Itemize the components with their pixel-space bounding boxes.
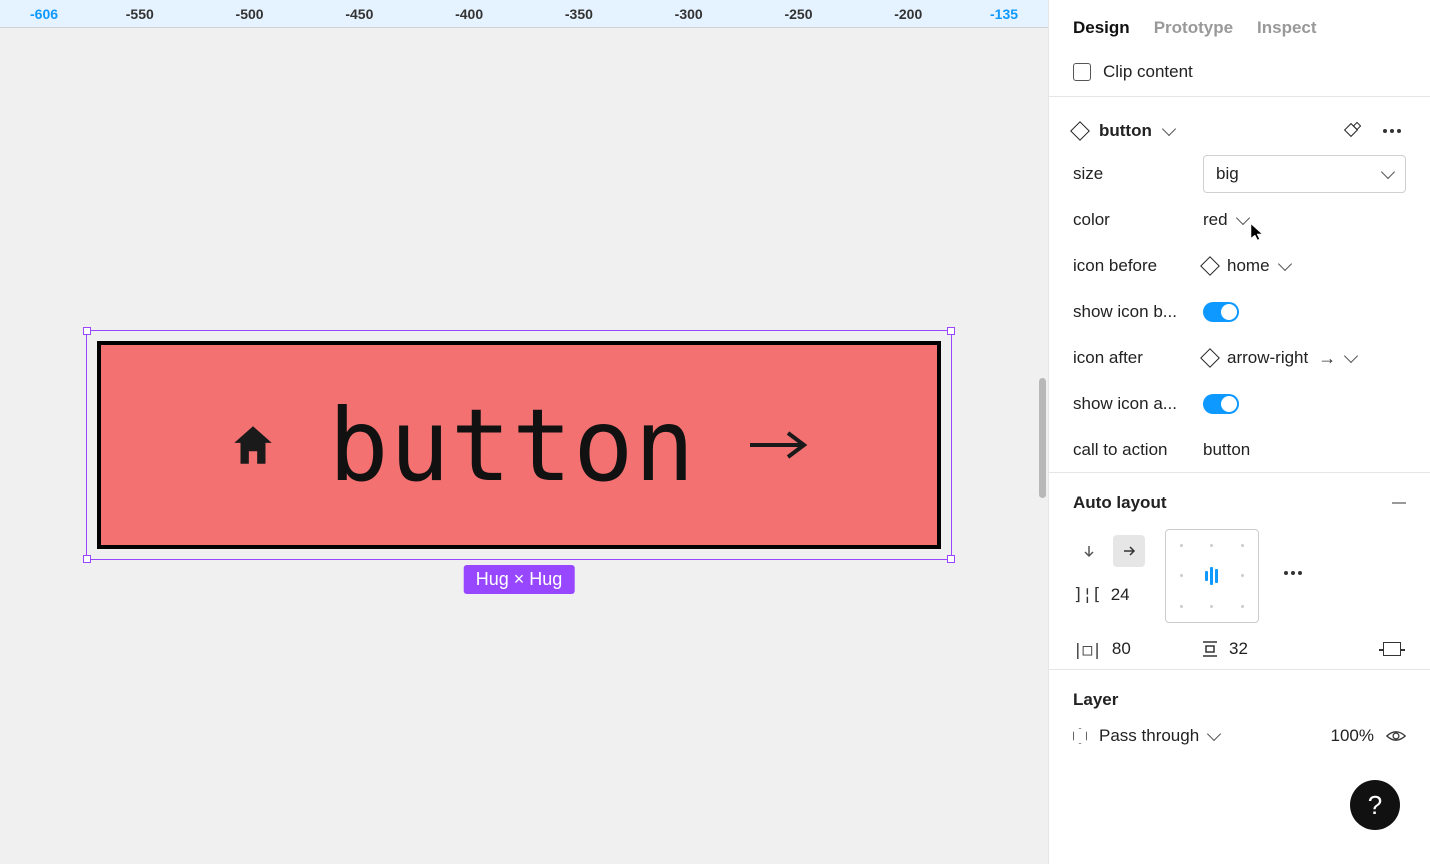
canvas-area[interactable]: -606 -550 -500 -450 -400 -350 -300 -250 … bbox=[0, 0, 1048, 864]
more-icon bbox=[1383, 129, 1401, 133]
padding-detailed-button[interactable] bbox=[1378, 635, 1406, 663]
prop-size-label: size bbox=[1073, 164, 1203, 184]
visibility-toggle[interactable] bbox=[1386, 729, 1406, 743]
properties-panel: Design Prototype Inspect Clip content bu… bbox=[1048, 0, 1430, 864]
button-component-instance[interactable]: button bbox=[97, 341, 941, 549]
chevron-down-icon bbox=[1207, 727, 1221, 741]
mouse-cursor bbox=[1251, 224, 1263, 242]
padding-horizontal-value: 80 bbox=[1112, 639, 1131, 659]
selection-size-badge: Hug × Hug bbox=[464, 565, 575, 594]
alignment-center-indicator bbox=[1205, 567, 1218, 585]
more-icon bbox=[1284, 571, 1302, 575]
prop-icon-before-value: home bbox=[1227, 256, 1270, 276]
sparkle-icon bbox=[1344, 123, 1360, 139]
padding-detailed-icon bbox=[1383, 642, 1401, 656]
vertical-scrollbar-thumb[interactable] bbox=[1039, 378, 1046, 498]
gap-input[interactable]: ]¦[ 24 bbox=[1073, 585, 1145, 605]
prop-icon-before-label: icon before bbox=[1073, 256, 1203, 276]
arrow-down-icon bbox=[1082, 544, 1096, 558]
padding-horizontal-icon: |□| bbox=[1073, 640, 1102, 659]
prop-show-icon-after-label: show icon a... bbox=[1073, 394, 1203, 414]
prop-show-icon-before-toggle[interactable] bbox=[1203, 302, 1239, 322]
resize-handle-tl[interactable] bbox=[83, 327, 91, 335]
help-icon: ? bbox=[1368, 790, 1382, 821]
ruler-tick: -250 bbox=[744, 6, 854, 22]
component-icon bbox=[1200, 348, 1220, 368]
padding-vertical-input[interactable]: 32 bbox=[1201, 639, 1301, 659]
layer-section-title: Layer bbox=[1049, 676, 1430, 720]
chevron-down-icon bbox=[1277, 257, 1291, 271]
prop-cta-value: button bbox=[1203, 440, 1250, 460]
prop-icon-after-value: arrow-right bbox=[1227, 348, 1308, 368]
opacity-value[interactable]: 100% bbox=[1331, 726, 1374, 746]
home-icon bbox=[228, 420, 278, 470]
direction-horizontal-button[interactable] bbox=[1113, 535, 1145, 567]
chevron-down-icon[interactable] bbox=[1162, 122, 1176, 136]
help-button[interactable]: ? bbox=[1350, 780, 1400, 830]
prop-color-label: color bbox=[1073, 210, 1203, 230]
gap-value: 24 bbox=[1111, 585, 1130, 605]
component-name[interactable]: button bbox=[1099, 121, 1152, 141]
selection-bounds[interactable]: button Hug × Hug bbox=[86, 330, 952, 560]
gap-icon: ]¦[ bbox=[1073, 585, 1101, 605]
ruler-tick: -450 bbox=[304, 6, 414, 22]
prop-color-value: red bbox=[1203, 210, 1228, 230]
canvas-viewport[interactable]: button Hug × Hug bbox=[0, 28, 1048, 864]
prop-cta-label: call to action bbox=[1073, 440, 1203, 460]
resize-handle-tr[interactable] bbox=[947, 327, 955, 335]
padding-horizontal-input[interactable]: |□| 80 bbox=[1073, 639, 1173, 659]
padding-vertical-value: 32 bbox=[1229, 639, 1248, 659]
auto-layout-more-button[interactable] bbox=[1279, 559, 1307, 587]
ruler-tick: -135 bbox=[963, 6, 1018, 22]
ruler-tick: -350 bbox=[524, 6, 634, 22]
clip-content-label: Clip content bbox=[1103, 62, 1193, 82]
padding-vertical-icon bbox=[1201, 640, 1219, 658]
auto-layout-remove-button[interactable] bbox=[1392, 502, 1406, 504]
prop-cta-input[interactable]: button bbox=[1203, 440, 1250, 460]
prop-size-select[interactable]: big bbox=[1203, 155, 1406, 193]
arrow-right-icon: → bbox=[1318, 348, 1336, 369]
component-sparkle-button[interactable] bbox=[1338, 117, 1366, 145]
arrow-right-icon bbox=[746, 429, 810, 461]
arrow-right-icon bbox=[1122, 544, 1136, 558]
prop-icon-after-label: icon after bbox=[1073, 348, 1203, 368]
button-label: button bbox=[328, 387, 695, 504]
ruler-tick: -500 bbox=[195, 6, 305, 22]
ruler-tick: -200 bbox=[853, 6, 963, 22]
resize-handle-br[interactable] bbox=[947, 555, 955, 563]
chevron-down-icon bbox=[1381, 165, 1395, 179]
prop-icon-after-select[interactable]: arrow-right → bbox=[1203, 348, 1356, 369]
alignment-grid[interactable] bbox=[1165, 529, 1259, 623]
blend-mode-value: Pass through bbox=[1099, 726, 1199, 746]
ruler-tick: -550 bbox=[85, 6, 195, 22]
auto-layout-title: Auto layout bbox=[1073, 493, 1167, 513]
prop-size-value: big bbox=[1216, 164, 1239, 184]
tab-prototype[interactable]: Prototype bbox=[1154, 18, 1233, 38]
blend-mode-icon bbox=[1073, 728, 1087, 744]
tab-inspect[interactable]: Inspect bbox=[1257, 18, 1317, 38]
component-icon bbox=[1200, 256, 1220, 276]
ruler-tick: -606 bbox=[30, 6, 85, 22]
prop-show-icon-before-label: show icon b... bbox=[1073, 302, 1203, 322]
clip-content-checkbox[interactable] bbox=[1073, 63, 1091, 81]
component-icon bbox=[1070, 121, 1090, 141]
direction-vertical-button[interactable] bbox=[1073, 535, 1105, 567]
prop-color-select[interactable]: red bbox=[1203, 210, 1248, 230]
ruler-tick: -300 bbox=[634, 6, 744, 22]
panel-tabs: Design Prototype Inspect bbox=[1049, 0, 1430, 48]
chevron-down-icon bbox=[1236, 211, 1250, 225]
component-more-button[interactable] bbox=[1378, 117, 1406, 145]
tab-design[interactable]: Design bbox=[1073, 18, 1130, 38]
chevron-down-icon bbox=[1344, 349, 1358, 363]
resize-handle-bl[interactable] bbox=[83, 555, 91, 563]
blend-mode-select[interactable]: Pass through bbox=[1099, 726, 1219, 746]
prop-icon-before-select[interactable]: home bbox=[1203, 256, 1290, 276]
prop-show-icon-after-toggle[interactable] bbox=[1203, 394, 1239, 414]
ruler-tick: -400 bbox=[414, 6, 524, 22]
horizontal-ruler: -606 -550 -500 -450 -400 -350 -300 -250 … bbox=[0, 0, 1048, 28]
